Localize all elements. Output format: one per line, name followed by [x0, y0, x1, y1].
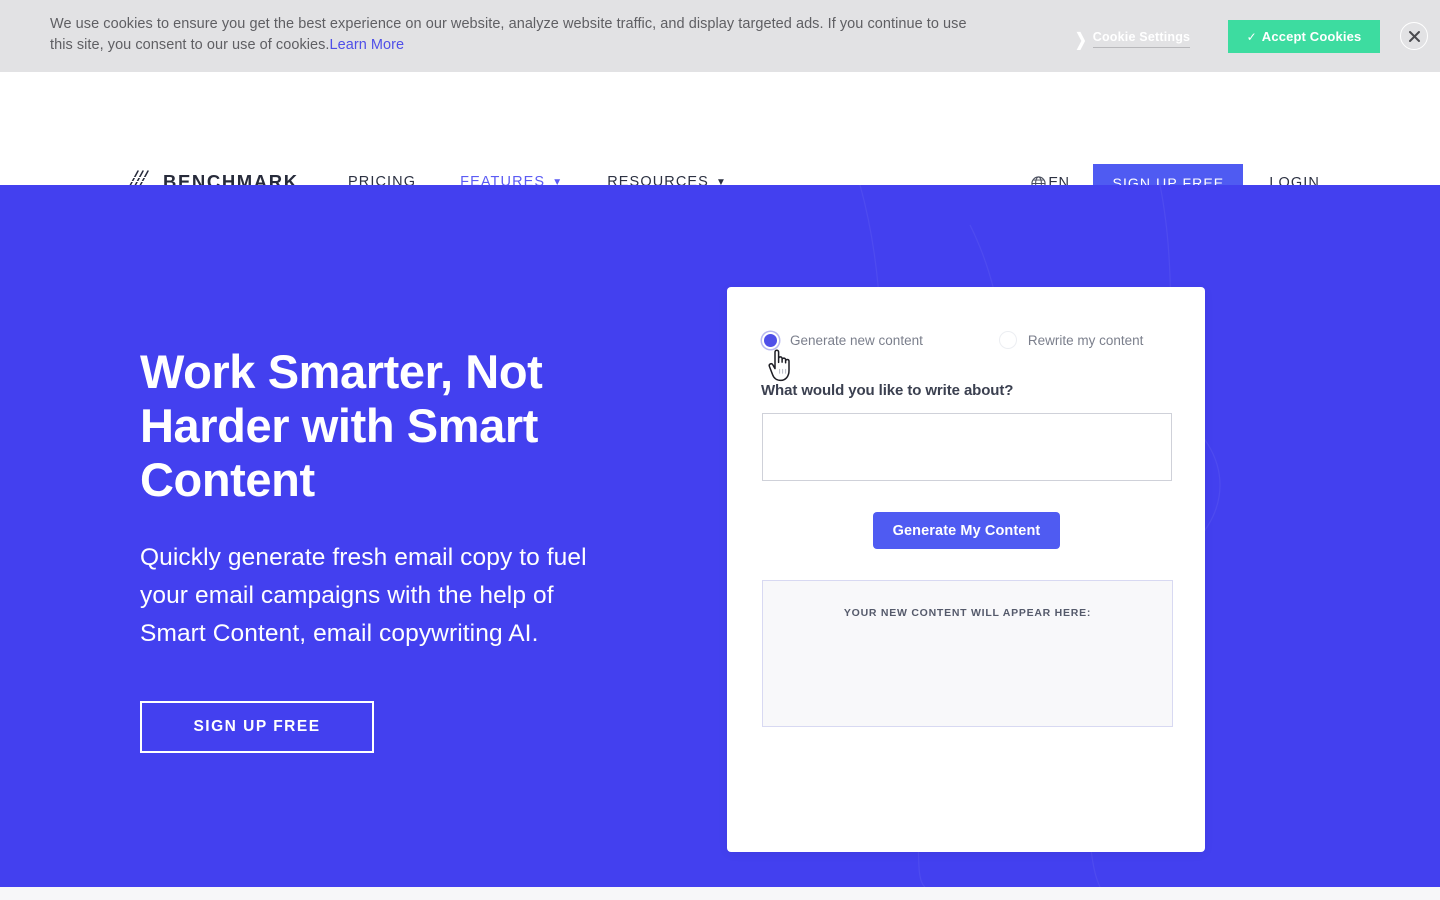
page-title: Work Smarter, Not Harder with Smart Cont… [140, 345, 543, 506]
radio-unselected-icon [998, 331, 1017, 349]
close-icon [1408, 30, 1420, 42]
cookie-consent-banner: We use cookies to ensure you get the bes… [0, 0, 1440, 72]
smart-content-demo-card: Generate new content Rewrite my content … [727, 287, 1205, 852]
site-header: BENCHMARK PRICING FEATURES ▼ RESOURCES ▼… [0, 72, 1440, 202]
hero-copy: Work Smarter, Not Harder with Smart Cont… [140, 345, 610, 753]
content-mode-radio-group: Generate new content Rewrite my content [762, 331, 1172, 349]
page-bottom-strip [0, 887, 1440, 900]
hero-subtitle: Quickly generate fresh email copy to fue… [140, 544, 587, 647]
cookie-message: We use cookies to ensure you get the bes… [50, 14, 980, 56]
radio-rewrite-my-content[interactable]: Rewrite my content [998, 331, 1144, 349]
cookie-message-line1: We use cookies to ensure you get the bes… [50, 16, 967, 32]
radio-generate-new-content-label: Generate new content [790, 332, 923, 348]
pointing-hand-cursor [768, 349, 790, 382]
accept-cookies-button[interactable]: ✓ Accept Cookies [1228, 20, 1380, 53]
check-icon: ✓ [1246, 29, 1257, 44]
generated-content-output: YOUR NEW CONTENT WILL APPEAR HERE: [762, 580, 1173, 727]
cookie-settings-button[interactable]: ❯ Cookie Settings [1075, 29, 1191, 49]
generate-my-content-button[interactable]: Generate My Content [873, 512, 1060, 549]
cookie-message-line2: this site, you consent to our use of coo… [50, 37, 330, 53]
hero-signup-button[interactable]: SIGN UP FREE [140, 701, 374, 753]
hero-section: Work Smarter, Not Harder with Smart Cont… [0, 185, 1440, 887]
cookie-settings-label: Cookie Settings [1092, 30, 1191, 48]
close-banner-button[interactable] [1400, 22, 1428, 50]
radio-selected-icon [762, 331, 779, 349]
radio-rewrite-my-content-label: Rewrite my content [1027, 332, 1144, 348]
prompt-input[interactable] [762, 413, 1172, 481]
cookie-learn-more-link[interactable]: Learn More [330, 37, 405, 53]
output-placeholder-text: YOUR NEW CONTENT WILL APPEAR HERE: [843, 607, 1092, 619]
prompt-question-label: What would you like to write about? [761, 382, 1014, 399]
radio-generate-new-content[interactable]: Generate new content [762, 331, 923, 349]
accept-cookies-label: Accept Cookies [1261, 29, 1362, 44]
chevron-right-icon: ❯ [1075, 29, 1087, 49]
